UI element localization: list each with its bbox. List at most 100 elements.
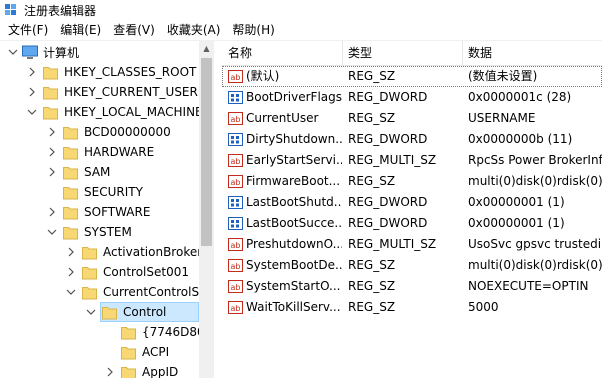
value-data: 5000 [468,300,499,314]
folder-icon [63,185,78,200]
tree-item-software[interactable]: SOFTWARE [63,202,150,222]
tree-item-controlset001[interactable]: ControlSet001 [82,262,189,282]
menu-file[interactable]: 文件(F) [2,21,54,40]
value-name: DirtyShutdown... [246,132,342,146]
pane-splitter[interactable] [214,41,222,378]
value-row[interactable]: BootDriverFlags REG_DWORD 0x0000001c (28) [222,87,602,108]
computer-icon [22,45,38,60]
folder-icon [43,85,58,100]
value-type: REG_MULTI_SZ [348,153,437,167]
folder-icon [63,225,78,240]
column-header-type[interactable]: 类型 [342,41,462,66]
value-data: multi(0)disk(0)rdisk(0)pa [468,174,602,188]
folder-icon [63,165,78,180]
values-list[interactable]: 名称 类型 数据 ab (默认) REG_SZ (数值未设置) BootDriverFl… [222,41,602,378]
chevron-right-icon[interactable] [47,127,57,137]
tree-item-bcd[interactable]: BCD00000000 [63,122,171,142]
value-row[interactable]: ab WaitToKillServ... REG_SZ 5000 [222,297,602,318]
string-value-icon: ab [228,300,243,315]
string-value-icon: ab [228,279,243,294]
tree-item-security[interactable]: SECURITY [63,182,143,202]
tree-item-activationbroker[interactable]: ActivationBroker [82,242,202,262]
string-value-icon: ab [228,69,243,84]
value-name: SystemStartO... [246,279,341,293]
value-row[interactable]: ab FirmwareBoot... REG_SZ multi(0)disk(0)rd… [222,171,602,192]
chevron-right-icon[interactable] [47,167,57,177]
tree-item-currentcontrolset[interactable]: CurrentControlSe [82,282,206,302]
string-value-icon: ab [228,111,243,126]
tree-scrollbar-thumb[interactable] [201,58,212,246]
value-data: USERNAME [468,111,536,125]
value-name: (默认) [246,69,280,83]
value-type: REG_SZ [348,279,396,293]
svg-text:ab: ab [231,157,241,166]
value-row[interactable]: LastBootSucce... REG_DWORD 0x00000001 (1) [222,213,602,234]
value-type: REG_DWORD [348,132,428,146]
tree-item-computer[interactable]: 计算机 [22,42,79,62]
value-row[interactable]: ab PreshutdownO... REG_MULTI_SZ UsoSvc gpsv… [222,234,602,255]
tree-item-hkcu[interactable]: HKEY_CURRENT_USER [43,82,198,102]
tree-item-label: SOFTWARE [84,205,151,219]
tree-item-appid[interactable]: AppID [121,362,178,378]
chevron-right-icon[interactable] [47,147,57,157]
value-data: NOEXECUTE=OPTIN [468,279,589,293]
value-name: CurrentUser [246,111,319,125]
chevron-right-icon[interactable] [27,87,37,97]
tree-item-sam[interactable]: SAM [63,162,110,182]
folder-open-icon [102,305,117,320]
value-row[interactable]: DirtyShutdown... REG_DWORD 0x0000000b (11) [222,129,602,150]
value-data: 0x0000000b (11) [468,132,573,146]
folder-icon [82,245,97,260]
chevron-right-icon[interactable] [47,207,57,217]
list-header: 名称 类型 数据 [222,41,602,66]
menu-edit[interactable]: 编辑(E) [54,21,107,40]
key-tree[interactable]: 计算机 HKEY_CLASSES_ROOT HKEY_CURRENT_USER … [0,41,214,378]
tree-item-label: HKEY_CURRENT_USER [64,85,198,99]
tree-item-label: HARDWARE [84,145,155,159]
value-type: REG_DWORD [348,216,428,230]
chevron-right-icon[interactable] [66,247,76,257]
chevron-right-icon[interactable] [66,267,76,277]
string-value-icon: ab [228,258,243,273]
tree-item-system[interactable]: SYSTEM [63,222,132,242]
value-row[interactable]: ab SystemBootDe... REG_SZ multi(0)disk(0)rd… [222,255,602,276]
tree-item-hklm[interactable]: HKEY_LOCAL_MACHINE [43,102,203,122]
tree-item-label: ControlSet001 [103,265,189,279]
svg-text:ab: ab [231,115,241,124]
chevron-down-icon[interactable] [86,307,96,317]
chevron-down-icon[interactable] [27,107,37,117]
tree-item-acpi[interactable]: ACPI [121,342,169,362]
binary-value-icon [228,195,243,210]
svg-text:ab: ab [231,178,241,187]
scroll-up-arrow-icon[interactable]: ▲ [199,41,214,56]
chevron-down-icon[interactable] [8,47,18,57]
window-title: 注册表编辑器 [24,3,97,18]
column-header-data[interactable]: 数据 [462,41,602,66]
value-type: REG_SZ [348,174,396,188]
value-row[interactable]: LastBootShutd... REG_DWORD 0x00000001 (1) [222,192,602,213]
value-row[interactable]: ab CurrentUser REG_SZ USERNAME [222,108,602,129]
chevron-right-icon[interactable] [27,67,37,77]
value-row[interactable]: ab EarlyStartServi... REG_MULTI_SZ RpcSs Po… [222,150,602,171]
chevron-right-icon[interactable] [105,367,115,377]
folder-icon [82,285,97,300]
menu-help[interactable]: 帮助(H) [226,21,280,40]
column-header-name[interactable]: 名称 [222,41,342,66]
tree-item-label: CurrentControlSe [103,285,207,299]
tree-item-hardware[interactable]: HARDWARE [63,142,154,162]
value-row[interactable]: ab (默认) REG_SZ (数值未设置) [222,66,602,87]
tree-item-control[interactable]: Control [100,302,199,322]
regedit-icon [4,3,18,17]
folder-icon [43,105,58,120]
tree-item-label: 计算机 [43,45,80,60]
value-row[interactable]: ab SystemStartO... REG_SZ NOEXECUTE=OPTIN [222,276,602,297]
tree-item-guid[interactable]: {7746D80I [121,322,208,342]
tree-item-hkcr[interactable]: HKEY_CLASSES_ROOT [43,62,196,82]
chevron-down-icon[interactable] [47,227,57,237]
menu-favorites[interactable]: 收藏夹(A) [161,21,227,40]
menu-bar: 文件(F) 编辑(E) 查看(V) 收藏夹(A) 帮助(H) [0,21,602,40]
menu-view[interactable]: 查看(V) [107,21,161,40]
tree-item-label: SECURITY [84,185,143,199]
chevron-down-icon[interactable] [66,287,76,297]
binary-value-icon [228,90,243,105]
